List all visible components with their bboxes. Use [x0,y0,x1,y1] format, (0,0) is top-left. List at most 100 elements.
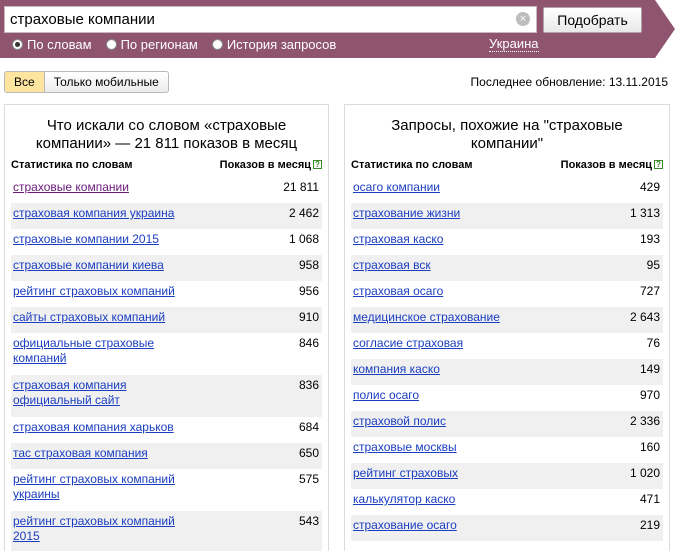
table-row: тас страховая компания 650 [11,443,322,469]
keyword-link[interactable]: страховая компания официальный сайт [13,378,153,408]
table-row: страховой полис 2 336 [351,411,663,437]
table-row: страхование жизни 1 313 [351,203,663,229]
impression-count: 1 020 [629,466,660,480]
impression-count: 429 [639,180,660,194]
submit-button[interactable]: Подобрать [543,7,642,33]
impression-count: 684 [298,420,319,434]
filter-all-button[interactable]: Все [5,72,45,92]
keyword-link[interactable]: компания каско [353,362,440,377]
table-row: страховые компании киева 958 [11,255,322,281]
impression-count: 958 [298,258,319,272]
table-row: сайты страховых компаний 910 [11,307,322,333]
impression-count: 575 [298,472,319,486]
impression-count: 836 [298,378,319,392]
radio-icon [105,39,117,50]
impression-count: 95 [646,258,660,272]
mode-label: По регионам [120,37,198,52]
table-row: согласие страховая 76 [351,333,663,359]
keyword-column-header: Статистика по словам [11,159,133,171]
radio-selected-icon [12,39,23,50]
keyword-link[interactable]: рейтинг страховых компаний 2015 [13,514,198,544]
keyword-link[interactable]: медицинское страхование [353,310,500,325]
help-icon[interactable]: ? [654,160,663,169]
search-input[interactable] [5,7,505,32]
impression-count: 2 462 [288,206,319,220]
impression-count: 219 [639,518,660,532]
help-icon[interactable]: ? [313,160,322,169]
keyword-link[interactable]: рейтинг страховых компаний [13,284,175,299]
impression-count: 2 336 [629,414,660,428]
keyword-link[interactable]: сайты страховых компаний [13,310,165,325]
table-row: страховая каско 193 [351,229,663,255]
table-row: рейтинг страховых компаний 2015 543 [11,511,322,551]
keyword-link[interactable]: рейтинг страховых компаний украины [13,472,198,502]
keyword-link[interactable]: страховые москвы [353,440,457,455]
keyword-link[interactable]: страхование жизни [353,206,460,221]
impression-count: 650 [298,446,319,460]
keyword-link[interactable]: тас страховая компания [13,446,148,461]
table-row: страховая вск 95 [351,255,663,281]
keyword-link[interactable]: официальные страховые компаний [13,336,173,366]
impression-count: 956 [298,284,319,298]
count-column-header: Показов в месяц? [220,158,322,173]
keyword-link[interactable]: страховая компания харьков [13,420,174,435]
table-row: компания каско 149 [351,359,663,385]
keyword-link[interactable]: рейтинг страховых [353,466,458,481]
impression-count: 160 [639,440,660,454]
table-row: рейтинг страховых компаний украины 575 [11,469,322,511]
impression-count: 543 [298,514,319,528]
impression-count: 471 [639,492,660,506]
mode-label: По словам [27,37,92,52]
keyword-link[interactable]: страховая осаго [353,284,443,299]
count-header-label: Показов в месяц [219,159,311,171]
panel-title: Запросы, похожие на "страховые компании" [391,117,623,152]
left-rows: страховые компании 21 811 страховая компа… [11,177,322,551]
keyword-link[interactable]: согласие страховая [353,336,463,351]
keyword-link[interactable]: страховая компания украина [13,206,174,221]
table-row: страховые компании 2015 1 068 [11,229,322,255]
filter-mobile-button[interactable]: Только мобильные [44,72,168,92]
table-row: рейтинг страховых компаний 956 [11,281,322,307]
table-row: калькулятор каско 471 [351,489,663,515]
column-headers: Статистика по словам Показов в месяц? [5,158,328,173]
keyword-link[interactable]: страховая вск [353,258,431,273]
search-box: × [4,6,537,33]
impression-count: 846 [298,336,319,350]
keyword-link[interactable]: страхование осаго [353,518,457,533]
keyword-link[interactable]: страховые компании [13,180,129,195]
mode-label: История запросов [226,37,337,52]
count-header-label: Показов в месяц [560,159,652,171]
keyword-link[interactable]: страховые компании 2015 [13,232,159,247]
table-row: страховые москвы 160 [351,437,663,463]
keyword-link[interactable]: страховая каско [353,232,443,247]
impression-count: 149 [639,362,660,376]
mode-history[interactable]: История запросов [211,37,337,52]
table-row: страховые компании 21 811 [11,177,322,203]
mode-by-words[interactable]: По словам [12,37,92,52]
table-row: осаго компании 429 [351,177,663,203]
search-header: × Подобрать По словам По регионам Истори… [0,0,675,58]
table-row: полис осаго 970 [351,385,663,411]
region-link[interactable]: Украина [489,37,539,52]
impression-count: 727 [639,284,660,298]
keyword-link[interactable]: полис осаго [353,388,419,403]
search-mode-group: По словам По регионам История запросов [12,37,350,52]
keyword-link[interactable]: осаго компании [353,180,440,195]
table-row: официальные страховые компаний 846 [11,333,322,375]
keyword-link[interactable]: калькулятор каско [353,492,455,507]
table-row: страховая компания официальный сайт 836 [11,375,322,417]
keyword-results-panel: Что искали со словом «страховые компании… [4,104,329,551]
keyword-link[interactable]: страховые компании киева [13,258,164,273]
mode-by-regions[interactable]: По регионам [105,37,198,52]
impression-count: 1 068 [288,232,319,246]
table-row: медицинское страхование 2 643 [351,307,663,333]
count-column-header: Показов в месяц? [561,158,663,173]
table-row: рейтинг страховых 1 020 [351,463,663,489]
table-row: страховая осаго 727 [351,281,663,307]
impression-count: 2 643 [629,310,660,324]
table-row: страхование осаго 219 [351,515,663,541]
keyword-column-header: Статистика по словам [351,159,473,171]
clear-icon[interactable]: × [516,12,530,26]
impression-count: 21 811 [283,180,319,194]
keyword-link[interactable]: страховой полис [353,414,446,429]
